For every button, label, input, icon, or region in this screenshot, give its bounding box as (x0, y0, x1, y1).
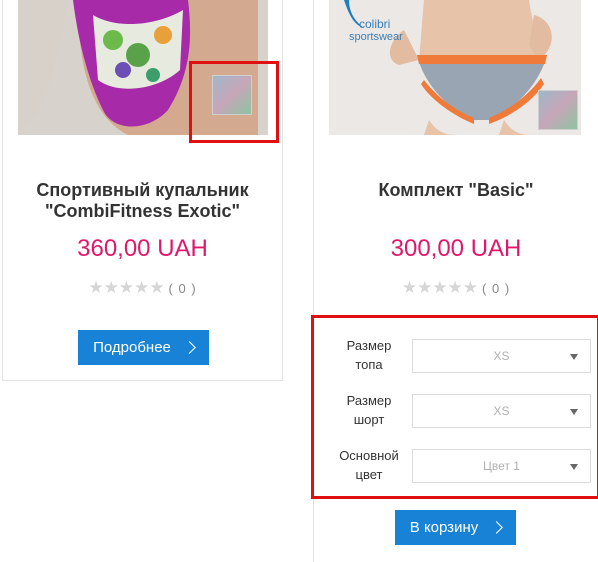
chevron-right-icon (490, 521, 504, 534)
add-to-cart-button[interactable]: В корзину (395, 510, 516, 545)
rating-count: ( 0 ) (482, 280, 511, 296)
product-card-combifitness: Спортивный купальник "CombiFitness Exoti… (2, 0, 283, 381)
add-to-cart-label: В корзину (409, 519, 479, 536)
product-title[interactable]: Спортивный купальник "CombiFitness Exoti… (3, 180, 282, 222)
product-title[interactable]: Комплект "Basic" (314, 180, 598, 201)
product-title-line2: "CombiFitness Exotic" (44, 201, 241, 221)
highlight-box-thumbnail (189, 61, 279, 143)
brand-text-sportswear: sportswear (349, 31, 403, 43)
star-rating-icon[interactable]: ★★★★★ (402, 278, 478, 297)
details-button-label: Подробнее (93, 339, 171, 356)
product-rating: ★★★★★( 0 ) (3, 278, 282, 298)
product-rating: ★★★★★( 0 ) (314, 278, 598, 298)
brand-text-colibri: colibri (359, 17, 390, 31)
product-price: 300,00 UAH (390, 235, 522, 262)
chevron-right-icon (183, 341, 196, 354)
rating-count: ( 0 ) (168, 280, 197, 296)
product-title-line1: Комплект "Basic" (378, 180, 534, 200)
highlight-box-options (311, 315, 598, 499)
color-swatch-thumb[interactable] (538, 90, 578, 130)
product-title-line1: Спортивный купальник (36, 180, 249, 200)
details-button[interactable]: Подробнее (78, 330, 209, 365)
star-rating-icon[interactable]: ★★★★★ (88, 278, 164, 297)
product-price: 360,00 UAH (77, 235, 208, 262)
